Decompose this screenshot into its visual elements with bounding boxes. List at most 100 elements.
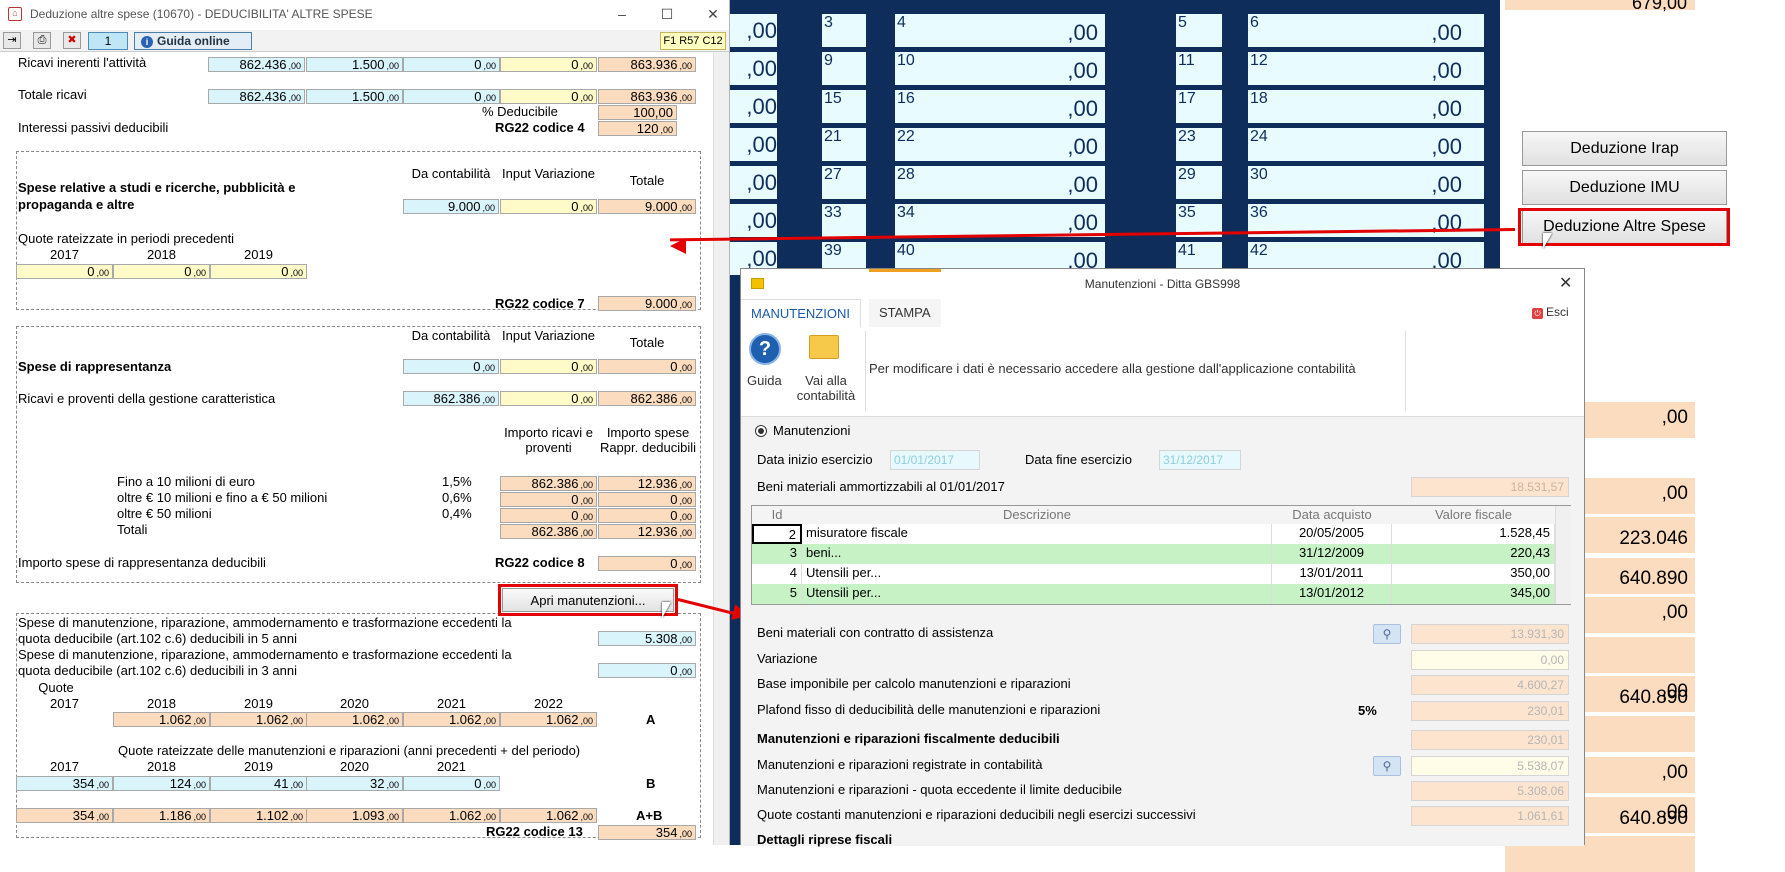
ricavi_inerenti-v1-field[interactable]: 862.436,00 <box>208 57 305 72</box>
rappr-importo-field[interactable]: 0,00 <box>598 556 696 571</box>
vai-contabilita-label[interactable]: Vai alla contabilità <box>793 373 859 403</box>
interessi-field[interactable]: 120,00 <box>598 121 677 136</box>
manut-3anni-field-dec: ,00 <box>679 667 692 677</box>
manut-b-field-4[interactable]: 0,00 <box>403 776 500 791</box>
studi-totale-field[interactable]: 9.000,00 <box>598 199 696 214</box>
folder-icon[interactable] <box>809 335 839 359</box>
guida-label[interactable]: Guida <box>747 373 782 388</box>
manut-b-field-1[interactable]: 124,00 <box>113 776 210 791</box>
grid-row[interactable]: 5 Utensili per... 13/01/2012 345,00 <box>752 584 1555 604</box>
dialog-close-icon[interactable]: ✕ <box>1559 273 1572 293</box>
delete-icon[interactable]: ✖ <box>63 32 81 49</box>
bg-zero-a-5: ,00 <box>1067 210 1098 235</box>
totale_ricavi-v3-field[interactable]: 0,00 <box>403 89 500 104</box>
rappr-row-b-2[interactable]: 0,00 <box>598 508 696 523</box>
studi-quote-field-1[interactable]: 0,00 <box>113 264 210 279</box>
studi-quote-field-1-dec: ,00 <box>193 268 206 278</box>
deduzione-imu-button[interactable]: Deduzione IMU <box>1522 170 1727 205</box>
studi-contabilita-field[interactable]: 9.000,00 <box>403 199 499 214</box>
page-number-field[interactable]: 1 <box>88 32 128 50</box>
data-inizio-field[interactable]: 01/01/2017 <box>890 450 980 470</box>
help-icon[interactable]: ? <box>749 333 781 365</box>
ricavi_inerenti-v3-field[interactable]: 0,00 <box>403 57 500 72</box>
studi-quote-field-2[interactable]: 0,00 <box>210 264 307 279</box>
ricavi_inerenti-v2-field[interactable]: 1.500,00 <box>306 57 403 72</box>
data-fine-field[interactable]: 31/12/2017 <box>1159 450 1241 470</box>
manut-a-field-4[interactable]: 1.062,00 <box>500 712 597 727</box>
rappr-row-b-1[interactable]: 0,00 <box>598 492 696 507</box>
rappr-ricavi-2[interactable]: 0,00 <box>500 391 597 406</box>
rappr-row-a-3[interactable]: 862.386,00 <box>500 524 597 539</box>
manut-a-field-2[interactable]: 1.062,00 <box>306 712 403 727</box>
grid-header-valore[interactable]: Valore fiscale <box>1392 506 1555 524</box>
bg-num-2-0: 15 <box>824 90 842 107</box>
manut-3anni-field[interactable]: 0,00 <box>598 663 696 678</box>
studi-variazione-field[interactable]: 0,00 <box>500 199 597 214</box>
rappr-totale-field[interactable]: 0,00 <box>598 359 696 374</box>
rappr-row-b-3[interactable]: 12.936,00 <box>598 524 696 539</box>
rappr-contabilita-field[interactable]: 0,00 <box>403 359 499 374</box>
guida-online-button[interactable]: i Guida online <box>134 32 252 50</box>
arrow-head-left <box>670 238 686 254</box>
exit-icon[interactable]: ⇥ <box>3 32 21 49</box>
grid-header-descrizione[interactable]: Descrizione <box>802 506 1272 524</box>
grid-header-id[interactable]: Id <box>752 506 802 524</box>
manut-a-field-3[interactable]: 1.062,00 <box>403 712 500 727</box>
totale_ricavi-v2-field[interactable]: 1.500,00 <box>306 89 403 104</box>
grid-cell-id[interactable]: 3 <box>752 544 802 564</box>
rappr-row-a-1[interactable]: 0,00 <box>500 492 597 507</box>
manut-ab-field-3[interactable]: 1.093,00 <box>306 808 403 823</box>
tab-manutenzioni[interactable]: MANUTENZIONI <box>741 299 861 327</box>
rappr-row-a-0[interactable]: 862.386,00 <box>500 476 597 491</box>
bg-num-2-1: 16 <box>897 90 915 107</box>
grid-cell-id[interactable]: 2 <box>752 524 802 544</box>
rappr-row-a-2[interactable]: 0,00 <box>500 508 597 523</box>
minimize-icon[interactable]: – <box>612 4 632 24</box>
manut-total-field[interactable]: 354,00 <box>598 825 696 840</box>
ricavi_inerenti-v4-field[interactable]: 0,00 <box>500 57 597 72</box>
maximize-icon[interactable]: ☐ <box>657 4 677 24</box>
manut-ab-field-4[interactable]: 1.062,00 <box>403 808 500 823</box>
manut-ab-field-5[interactable]: 1.062,00 <box>500 808 597 823</box>
manut-5anni-field[interactable]: 5.308,00 <box>598 631 696 646</box>
grid-row[interactable]: 2 misuratore fiscale 20/05/2005 1.528,45 <box>752 524 1555 544</box>
rappr-ricavi-3[interactable]: 862.386,00 <box>598 391 696 406</box>
print-icon[interactable]: ⎙ <box>33 32 51 49</box>
totale_ricavi-v4-field[interactable]: 0,00 <box>500 89 597 104</box>
grid-row[interactable]: 4 Utensili per... 13/01/2011 350,00 <box>752 564 1555 584</box>
grid-header-data[interactable]: Data acquisto <box>1272 506 1392 524</box>
studi-quote-field-0[interactable]: 0,00 <box>16 264 113 279</box>
variazione-field[interactable]: 0,00 <box>1411 650 1569 670</box>
grid-cell-id[interactable]: 5 <box>752 584 802 604</box>
manut-ab-field-2[interactable]: 1.102,00 <box>210 808 307 823</box>
manut-b-field-3[interactable]: 32,00 <box>306 776 403 791</box>
manut-ab-field-0[interactable]: 354,00 <box>16 808 113 823</box>
pct-deducibile-field[interactable]: 100,00 <box>598 105 677 120</box>
deduzione-irap-button[interactable]: Deduzione Irap <box>1522 131 1727 166</box>
grid-cell-id[interactable]: 4 <box>752 564 802 584</box>
manut-b-field-0[interactable]: 354,00 <box>16 776 113 791</box>
close-icon[interactable]: ✕ <box>703 4 723 24</box>
manut-a-field-1[interactable]: 1.062,00 <box>210 712 307 727</box>
assistenza-search-icon[interactable]: ⚲ <box>1373 624 1401 644</box>
reg-search-icon[interactable]: ⚲ <box>1373 756 1401 776</box>
vertical-scrollbar[interactable] <box>713 52 729 845</box>
grid-scrollbar[interactable] <box>1555 506 1571 604</box>
rappr-ricavi-1[interactable]: 862.386,00 <box>403 391 499 406</box>
manut-a-field-1-value: 1.062 <box>255 712 289 727</box>
esci-button[interactable]: ⏻ Esci <box>1532 305 1569 319</box>
manutenzioni-radio[interactable] <box>755 425 767 437</box>
totale_ricavi-v1-field[interactable]: 862.436,00 <box>208 89 305 104</box>
manut-ab-field-1[interactable]: 1.186,00 <box>113 808 210 823</box>
ricavi_inerenti-v5-field[interactable]: 863.936,00 <box>598 57 696 72</box>
studi-total-field[interactable]: 9.000,00 <box>598 296 696 311</box>
totale_ricavi-v5-field[interactable]: 863.936,00 <box>598 89 696 104</box>
rappr-row-b-0[interactable]: 12.936,00 <box>598 476 696 491</box>
grid-cell-descrizione: misuratore fiscale <box>802 524 1272 544</box>
bg-zero-first-1: ,00 <box>730 52 777 85</box>
manut-a-field-0[interactable]: 1.062,00 <box>113 712 210 727</box>
tab-stampa[interactable]: STAMPA <box>869 299 941 327</box>
manut-b-field-2[interactable]: 41,00 <box>210 776 307 791</box>
rappr-variazione-field[interactable]: 0,00 <box>500 359 597 374</box>
grid-row[interactable]: 3 beni... 31/12/2009 220,43 <box>752 544 1555 564</box>
